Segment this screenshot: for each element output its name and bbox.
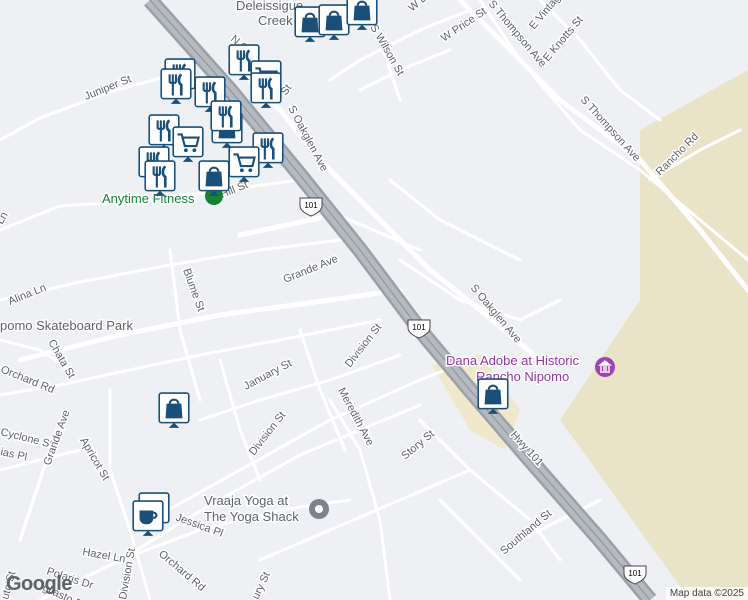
map-canvas[interactable]: 101 101 101 Juniper St Hill St Grande Av… <box>0 0 748 600</box>
google-logo-text: Google <box>6 573 72 595</box>
restaurant-icon[interactable] <box>250 72 282 110</box>
place-label: Dana Adobe at Historic <box>446 353 579 368</box>
shopping-cart-icon[interactable] <box>228 146 260 183</box>
svg-text:101: 101 <box>304 201 318 210</box>
yoga-pin-icon[interactable] <box>309 499 329 519</box>
google-logo[interactable]: Google <box>6 573 72 596</box>
shopping-bag-icon[interactable] <box>477 378 509 415</box>
attribution-text: Map data ©2025 <box>669 588 744 599</box>
shopping-bag-icon[interactable] <box>318 4 350 41</box>
restaurant-icon[interactable] <box>160 68 192 106</box>
restaurant-icon[interactable] <box>144 160 176 198</box>
place-label: Anytime Fitness <box>102 191 195 206</box>
map-attribution[interactable]: Map data ©2025 <box>665 587 748 600</box>
place-label: The Yoga Shack <box>204 509 299 524</box>
svg-text:101: 101 <box>628 569 642 578</box>
shopping-bag-icon[interactable] <box>158 392 190 429</box>
place-label: Vraaja Yoga at <box>204 493 288 508</box>
svg-text:101: 101 <box>412 323 426 332</box>
coffee-cup-icon[interactable] <box>132 500 164 537</box>
place-label: Deleissigue <box>236 0 303 13</box>
museum-pin-icon[interactable] <box>595 357 615 377</box>
place-label: pomo Skateboard Park <box>0 318 133 333</box>
shopping-bag-icon[interactable] <box>198 160 230 197</box>
place-label: Creek <box>258 13 293 28</box>
shopping-cart-icon[interactable] <box>172 126 204 163</box>
restaurant-icon[interactable] <box>210 100 242 138</box>
